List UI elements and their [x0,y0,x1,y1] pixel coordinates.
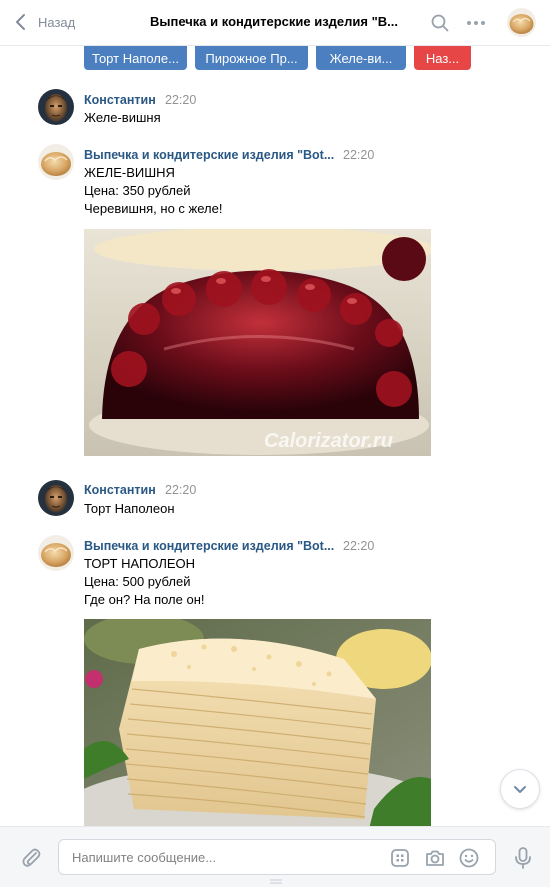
back-label: Назад [38,14,76,30]
scroll-down-button[interactable] [500,769,540,809]
bot-avatar[interactable] [38,535,74,571]
photo-watermark: Calorizator.ru [264,430,393,452]
message-author[interactable]: Выпечка и кондитерские изделия "Bot... [84,148,334,162]
message-time: 22:20 [165,483,197,497]
user-avatar[interactable] [38,480,74,516]
jelly-photo[interactable]: Calorizator.ru [84,229,431,456]
attach-icon[interactable] [19,846,43,870]
message-text: Черевишня, но с желе! [84,201,223,216]
message-text: ЖЕЛЕ-ВИШНЯ [84,165,175,180]
chevron-down-icon [514,786,526,793]
user-avatar[interactable] [38,89,74,125]
message-author[interactable]: Константин [84,483,156,497]
message-text: Цена: 500 рублей [84,574,191,589]
message-input-placeholder: Напишите сообщение... [72,850,217,865]
message-author[interactable]: Выпечка и кондитерские изделия "Bot... [84,539,334,553]
message-input[interactable]: Напишите сообщение... [58,839,496,875]
bot-avatar[interactable] [38,144,74,180]
message-feed[interactable]: Константин 22:20 Желе-вишня Выпечка и ко… [0,74,550,826]
keyboard-button-pastry[interactable]: Пирожное Пр... [195,46,308,70]
message-text: ТОРТ НАПОЛЕОН [84,556,196,571]
resize-grip-icon[interactable] [270,879,282,885]
message-time: 22:20 [343,539,375,553]
message-text: Цена: 350 рублей [84,183,191,198]
message-time: 22:20 [165,93,197,107]
bot-keyboard: Торт Наполе... Пирожное Пр... Желе-ви...… [0,46,550,74]
community-avatar[interactable] [507,8,536,37]
chevron-left-icon [16,14,25,30]
message-text: Желе-вишня [84,110,161,125]
chat-title[interactable]: Выпечка и кондитерские изделия "В... [150,14,408,29]
camera-icon[interactable] [423,846,447,870]
napoleon-cake-photo[interactable] [84,619,431,826]
back-button[interactable]: Назад [14,12,75,32]
message-time: 22:20 [343,148,375,162]
message-text: Где он? На поле он! [84,592,205,607]
message-composer: Напишите сообщение... [0,826,550,887]
microphone-icon[interactable] [512,846,534,870]
keyboard-button-napoleon[interactable]: Торт Наполе... [84,46,187,70]
search-icon[interactable] [429,12,451,34]
more-icon[interactable] [465,12,487,34]
chat-header: Назад Выпечка и кондитерские изделия "В.… [0,0,550,46]
keyboard-icon[interactable] [388,846,412,870]
message-author[interactable]: Константин [84,93,156,107]
keyboard-button-jelly[interactable]: Желе-ви... [316,46,406,70]
keyboard-button-back[interactable]: Наз... [414,46,471,70]
emoji-icon[interactable] [457,846,481,870]
message-text: Торт Наполеон [84,501,175,516]
